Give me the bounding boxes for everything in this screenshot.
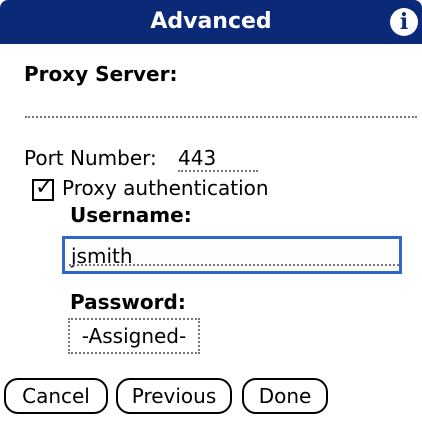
window-title: Advanced bbox=[150, 9, 272, 34]
title-bar: Advanced i bbox=[0, 0, 422, 44]
port-number-field[interactable]: 443 bbox=[178, 146, 258, 172]
port-number-label: Port Number: bbox=[24, 146, 157, 170]
proxy-auth-checkbox[interactable]: ✓ bbox=[32, 175, 54, 201]
username-label: Username: bbox=[70, 203, 192, 227]
proxy-server-field-divider[interactable] bbox=[25, 116, 417, 118]
password-field[interactable]: -Assigned- bbox=[68, 318, 200, 354]
password-label: Password: bbox=[70, 290, 186, 314]
checkmark-icon: ✓ bbox=[35, 175, 54, 200]
username-input[interactable]: jsmith bbox=[62, 236, 402, 274]
port-number-value: 443 bbox=[178, 146, 217, 170]
proxy-server-label: Proxy Server: bbox=[24, 62, 178, 86]
username-underline bbox=[69, 264, 399, 266]
done-button[interactable]: Done bbox=[242, 378, 328, 414]
previous-button[interactable]: Previous bbox=[116, 378, 232, 414]
info-icon[interactable]: i bbox=[390, 8, 418, 36]
proxy-auth-label[interactable]: Proxy authentication bbox=[62, 176, 269, 200]
cancel-button[interactable]: Cancel bbox=[4, 378, 108, 414]
